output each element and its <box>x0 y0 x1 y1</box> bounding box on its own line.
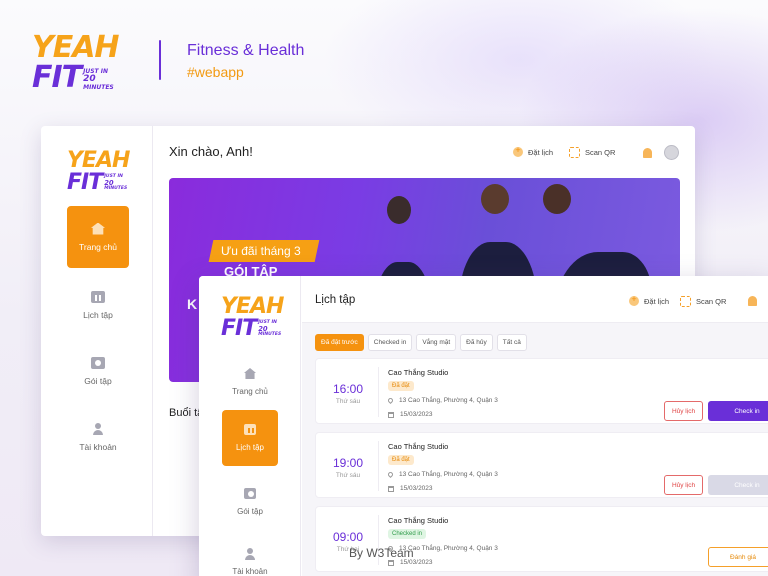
status-badge: Checked in <box>388 529 427 539</box>
session-card: 19:00 Thứ sáu Cao Thắng Studio Đã đặt 13… <box>315 432 768 498</box>
filter-absent[interactable]: Vắng mặt <box>416 334 457 351</box>
brand-logo: YEAH FIT JUST IN 20 MINUTES <box>32 30 120 95</box>
session-time: 16:00 <box>332 382 364 396</box>
qr-icon <box>680 296 691 307</box>
promo-label: Ưu đãi tháng 3 <box>208 240 319 262</box>
home-icon <box>244 368 256 379</box>
session-address: 13 Cao Thắng, Phường 4, Quận 3 <box>386 470 498 479</box>
page-title: Lịch tập <box>315 294 356 306</box>
studio-name: Cao Thắng Studio <box>388 368 449 377</box>
book-button[interactable]: Đặt lịch <box>513 145 553 157</box>
ticket-icon <box>244 488 256 499</box>
session-card: 16:00 Thứ sáu Cao Thắng Studio Đã đặt 13… <box>315 358 768 424</box>
bell-icon[interactable] <box>748 296 757 306</box>
sidebar-logo[interactable]: YEAH FIT JUST IN 20 MINUTES <box>67 150 130 194</box>
brand-title: Fitness & Health <box>187 42 305 59</box>
filter-all[interactable]: Tất cả <box>496 334 527 351</box>
calendar-icon <box>388 559 394 566</box>
session-date: 15/03/2023 <box>388 411 433 418</box>
nav-packages[interactable]: Gói tập <box>222 474 278 530</box>
brand-hashtag: #webapp <box>187 64 244 80</box>
plus-icon <box>629 294 639 306</box>
filter-checked-in[interactable]: Checked in <box>367 334 413 351</box>
nav-account[interactable]: Tài khoản <box>67 406 129 468</box>
nav-account[interactable]: Tài khoản <box>222 534 278 576</box>
session-time: 09:00 <box>332 530 364 544</box>
home-icon <box>91 222 105 235</box>
cancel-button[interactable]: Hủy lịch <box>664 475 703 495</box>
calendar-icon <box>388 485 394 492</box>
book-button[interactable]: Đặt lịch <box>629 294 669 306</box>
schedule-sidebar: YEAH FIT JUST IN 20 MINUTES Trang chủ Lịch… <box>199 276 301 576</box>
calendar-icon <box>91 290 105 303</box>
nav-home[interactable]: Trang chủ <box>67 206 129 268</box>
studio-name: Cao Thắng Studio <box>388 442 449 451</box>
session-date: 15/03/2023 <box>388 559 433 566</box>
schedule-main: Lịch tập Đặt lịch Scan QR Đã đặt trước C… <box>302 276 768 576</box>
calendar-icon <box>244 424 256 435</box>
session-time: 19:00 <box>332 456 364 470</box>
review-button[interactable]: Đánh giá <box>708 547 768 567</box>
home-sidebar: YEAH FIT JUST IN 20 MINUTES Trang chủ Lịch… <box>41 126 153 536</box>
filter-cancelled[interactable]: Đã hủy <box>460 334 493 351</box>
pin-icon <box>386 470 395 479</box>
bell-icon[interactable] <box>643 148 652 158</box>
filter-booked[interactable]: Đã đặt trước <box>315 334 364 351</box>
pin-icon <box>386 396 395 405</box>
session-day: Thứ sáu <box>335 472 361 479</box>
session-date: 15/03/2023 <box>388 485 433 492</box>
nav-schedule[interactable]: Lịch tập <box>67 274 129 336</box>
scan-qr-button[interactable]: Scan QR <box>680 296 726 307</box>
credit-text: By W3Team <box>349 546 414 560</box>
status-badge: Đã đặt <box>388 381 414 391</box>
qr-icon <box>569 147 580 158</box>
filter-tabs: Đã đặt trước Checked in Vắng mặt Đã hủy … <box>315 334 531 351</box>
schedule-header: Lịch tập Đặt lịch Scan QR <box>302 276 768 323</box>
banner-subheading: K <box>187 296 198 312</box>
brand-divider <box>159 40 161 80</box>
greeting: Xin chào, Anh! <box>169 144 253 159</box>
sidebar-logo[interactable]: YEAH FIT JUST IN 20 MINUTES <box>221 296 284 340</box>
session-card: 09:00 Thứ hai Cao Thắng Studio Checked i… <box>315 506 768 572</box>
ticket-icon <box>91 356 105 369</box>
user-icon <box>93 422 103 435</box>
session-day: Thứ sáu <box>335 398 361 405</box>
cancel-button[interactable]: Hủy lịch <box>664 401 703 421</box>
avatar[interactable] <box>664 145 679 160</box>
user-icon <box>245 548 255 560</box>
nav-packages[interactable]: Gói tập <box>67 340 129 402</box>
nav-home[interactable]: Trang chủ <box>222 354 278 410</box>
plus-icon <box>513 145 523 157</box>
studio-name: Cao Thắng Studio <box>388 516 449 525</box>
session-address: 13 Cao Thắng, Phường 4, Quận 3 <box>386 396 498 405</box>
nav-schedule[interactable]: Lịch tập <box>222 410 278 466</box>
status-badge: Đã đặt <box>388 455 414 465</box>
check-in-button[interactable]: Check in <box>708 401 768 421</box>
scan-qr-button[interactable]: Scan QR <box>569 147 615 158</box>
schedule-screen: YEAH FIT JUST IN 20 MINUTES Trang chủ Lịch… <box>199 276 768 576</box>
calendar-icon <box>388 411 394 418</box>
check-in-button[interactable]: Check in <box>708 475 768 495</box>
